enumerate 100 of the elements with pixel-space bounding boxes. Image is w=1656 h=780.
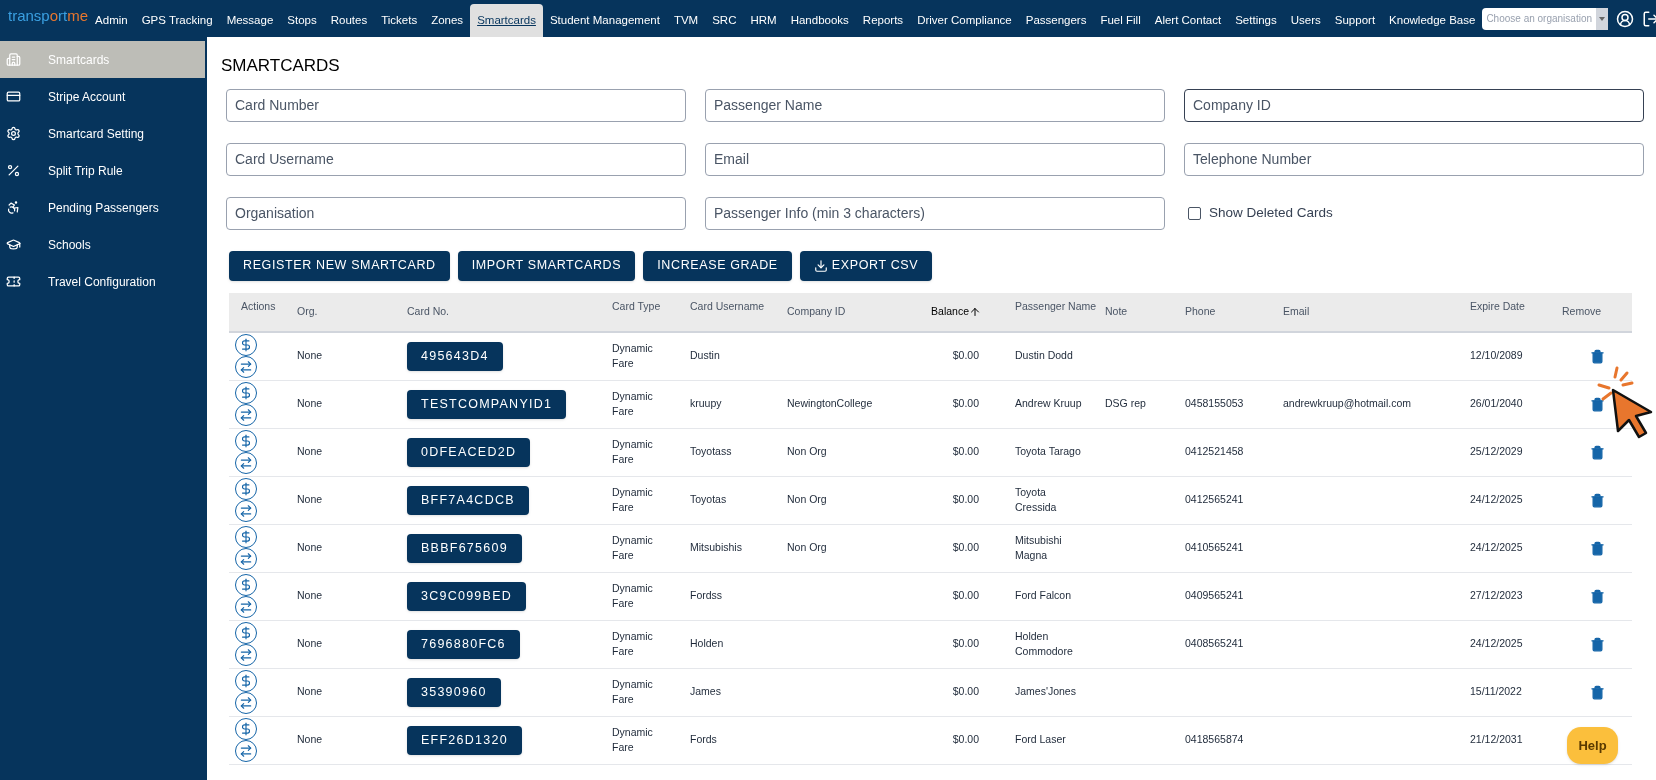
building-icon [6, 52, 21, 67]
nav-tab[interactable]: Reports [855, 4, 911, 37]
table-cell-text: Dynamic Fare [612, 340, 654, 371]
filter-field[interactable]: Email [705, 142, 1165, 176]
trash-icon[interactable] [1589, 491, 1605, 509]
table-cell: Ford Falcon [1015, 588, 1072, 604]
nav-tab[interactable]: Alert Contact [1147, 4, 1229, 37]
card-number-button[interactable]: 0DFEACED2D [407, 437, 531, 467]
trash-icon[interactable] [1589, 587, 1605, 605]
nav-tab[interactable]: Stops [280, 4, 324, 37]
table-cell: Fordss [690, 588, 723, 604]
action-button[interactable]: INCREASE GRADE [643, 250, 792, 281]
nav-tab[interactable]: SRC [705, 4, 744, 37]
table-cell: $0.00 [952, 588, 979, 604]
table-cell-text: Dynamic Fare [612, 532, 654, 563]
table-cell: 24/12/2025 [1470, 636, 1523, 652]
help-button[interactable]: Help [1567, 727, 1618, 764]
table-cell: DSG rep [1105, 396, 1146, 412]
card-number-button[interactable]: TESTCOMPANYID1 [407, 389, 567, 419]
table-cell: Non Org [787, 540, 827, 556]
filter-field[interactable]: Company ID [1184, 88, 1644, 122]
nav-tab[interactable]: Passengers [1018, 4, 1094, 37]
sidebar-item[interactable]: Smartcard Setting [0, 115, 205, 152]
nav-tab[interactable]: Handbooks [783, 4, 856, 37]
column-header: Remove [1562, 303, 1602, 319]
table-cell: None [297, 492, 323, 508]
nav-tab[interactable]: Support [1327, 4, 1383, 37]
nav-tab[interactable]: GPS Tracking [134, 4, 220, 37]
action-button[interactable]: IMPORT SMARTCARDS [457, 250, 636, 281]
column-header: Actions [241, 298, 276, 314]
column-header: Note [1105, 303, 1128, 319]
column-header: Company ID [787, 303, 846, 319]
trash-icon[interactable] [1589, 683, 1605, 701]
nav-tab[interactable]: Zones [424, 4, 471, 37]
table-cell: $0.00 [952, 732, 979, 748]
table-cell-text: Toyota Cressida [1015, 484, 1058, 515]
card-number-button[interactable]: 35390960 [407, 677, 501, 707]
action-button[interactable]: REGISTER NEW SMARTCARD [229, 250, 450, 281]
card-number-button[interactable]: EFF26D1320 [407, 725, 522, 755]
trash-icon[interactable] [1589, 635, 1605, 653]
nav-tab[interactable]: Tickets [374, 4, 425, 37]
filter-field[interactable]: Card Username [226, 142, 686, 176]
trash-icon[interactable] [1589, 539, 1605, 557]
card-icon [6, 89, 21, 104]
sidebar-item[interactable]: Travel Configuration [0, 263, 205, 300]
card-number-button[interactable]: BBBF675609 [407, 533, 522, 563]
trash-icon[interactable] [1589, 443, 1605, 461]
sidebar-item[interactable]: Split Trip Rule [0, 152, 205, 189]
filter-field[interactable]: Organisation [226, 196, 686, 230]
percent-icon [6, 163, 21, 178]
filter-field[interactable]: Card Number [226, 88, 686, 122]
account-icon[interactable] [1616, 9, 1635, 28]
checkbox-label: Show Deleted Cards [1209, 203, 1333, 222]
table-cell: None [297, 684, 323, 700]
gear-icon [6, 126, 21, 141]
table-cell-text: Dynamic Fare [612, 388, 654, 419]
sidebar-item[interactable]: Pending Passengers [0, 189, 205, 226]
sidebar-item[interactable]: Schools [0, 226, 205, 263]
card-number-button[interactable]: 7696880FC6 [407, 629, 520, 659]
column-header[interactable]: Balance [931, 303, 981, 320]
nav-tab[interactable]: Driver Compliance [910, 4, 1019, 37]
filter-field[interactable]: Passenger Info (min 3 characters) [705, 196, 1165, 230]
sort-arrow-icon [969, 305, 981, 318]
page-title: SMARTCARDS [221, 55, 341, 77]
table-cell: 0409565241 [1185, 588, 1244, 604]
nav-tab[interactable]: Knowledge Base [1382, 4, 1483, 37]
card-number-button[interactable]: BFF7A4CDCB [407, 485, 529, 515]
checkbox[interactable] [1188, 206, 1201, 220]
logout-icon[interactable] [1642, 9, 1656, 28]
table-cell: Dustin [690, 348, 720, 364]
nav-tab[interactable]: Admin [88, 4, 135, 37]
table-cell: Mitsubishis [690, 540, 742, 556]
filter-field[interactable]: Telephone Number [1184, 142, 1644, 176]
nav-tab[interactable]: Student Management [542, 4, 667, 37]
table-cell: 15/11/2022 [1470, 684, 1522, 700]
nav-tab[interactable]: Users [1283, 4, 1328, 37]
nav-tab[interactable]: TVM [666, 4, 706, 37]
filter-field[interactable]: Passenger Name [705, 88, 1165, 122]
table-cell: None [297, 540, 323, 556]
trash-icon[interactable] [1589, 347, 1605, 365]
table-cell: Ford Laser [1015, 732, 1066, 748]
table-cell: NewingtonCollege [787, 396, 873, 412]
nav-tab[interactable]: Message [219, 4, 281, 37]
table-cell: 0412565241 [1185, 492, 1244, 508]
table-cell: 24/12/2025 [1470, 492, 1523, 508]
action-button[interactable]: EXPORT CSV [799, 250, 933, 281]
table-cell: None [297, 588, 323, 604]
nav-tab[interactable]: Smartcards [470, 4, 543, 37]
table-cell: Dustin Dodd [1015, 348, 1073, 364]
nav-tab[interactable]: Routes [323, 4, 375, 37]
dropdown-caret-icon [1596, 7, 1609, 30]
nav-tab[interactable]: HRM [743, 4, 784, 37]
sidebar-item[interactable]: Stripe Account [0, 78, 205, 115]
nav-tab[interactable]: Settings [1228, 4, 1284, 37]
trash-icon[interactable] [1589, 395, 1605, 413]
table-cell: 24/12/2025 [1470, 540, 1523, 556]
nav-tab[interactable]: Fuel Fill [1093, 4, 1148, 37]
table-cell: None [297, 396, 323, 412]
card-number-button[interactable]: 495643D4 [407, 341, 503, 371]
card-number-button[interactable]: 3C9C099BED [407, 581, 526, 611]
